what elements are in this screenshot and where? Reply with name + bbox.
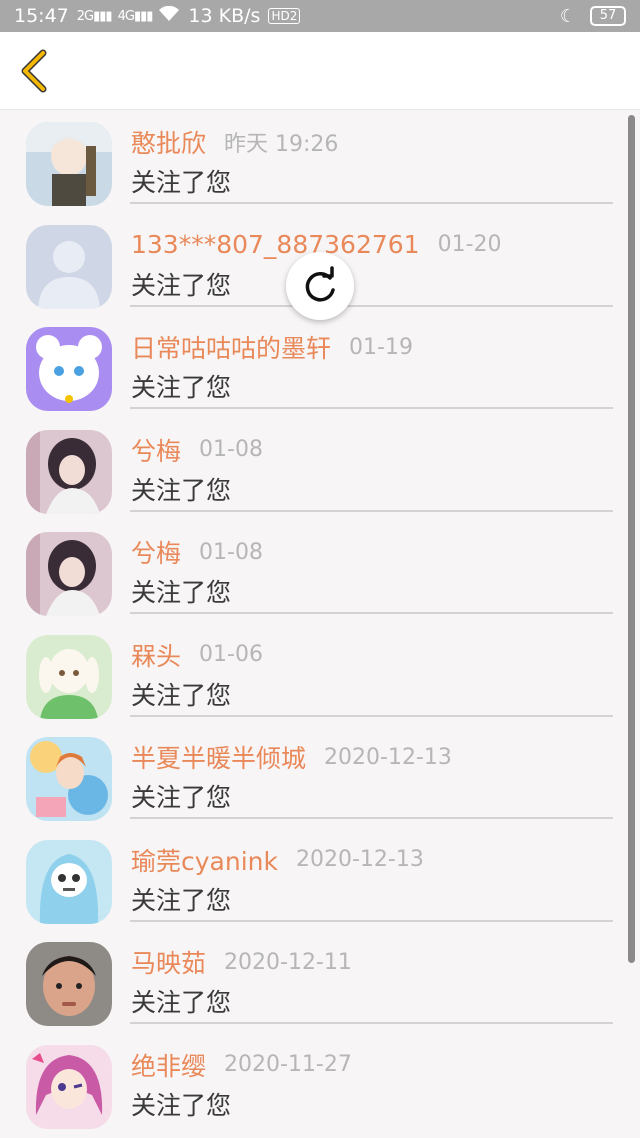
divider [130, 304, 613, 307]
list-item[interactable]: 绝非缨 2020-11-27 关注了您 [0, 1035, 640, 1138]
user-name[interactable]: 半夏半暖半倾城 [131, 739, 306, 775]
list-item[interactable]: 兮梅 01-08 关注了您 [0, 522, 640, 625]
action-text: 关注了您 [131, 680, 232, 710]
action-text: 关注了您 [131, 270, 232, 300]
user-name[interactable]: 瑜莞cyanink [131, 842, 278, 878]
signal-4g-icon: 4G▮▮▮ [117, 8, 154, 24]
action-text: 关注了您 [131, 885, 232, 915]
wifi-icon [158, 5, 180, 26]
action-text: 关注了您 [131, 578, 232, 607]
divider [130, 407, 613, 409]
follow-date: 昨天 19:26 [224, 132, 339, 157]
goat-character-avatar [26, 634, 112, 719]
follow-date: 01-08 [199, 539, 263, 565]
avatar[interactable] [26, 327, 112, 411]
moon-icon: ☾ [559, 5, 576, 27]
avatar[interactable] [26, 532, 112, 616]
action-text: 关注了您 [131, 373, 232, 402]
action-text: 关注了您 [131, 783, 232, 812]
user-name[interactable]: 兮梅 [131, 534, 181, 570]
avatar[interactable] [26, 942, 112, 1026]
default-person-avatar [26, 224, 112, 309]
pink-hair-anime-avatar [26, 1044, 112, 1129]
action-text: 关注了您 [131, 475, 232, 505]
action-text: 关注了您 [131, 168, 232, 197]
divider [130, 509, 613, 512]
list-item[interactable]: 马映茹 2020-12-11 关注了您 [0, 932, 640, 1035]
follow-date: 01-19 [349, 334, 413, 360]
user-name[interactable]: 槑头 [131, 637, 181, 673]
scrollbar[interactable] [628, 115, 635, 963]
signal-2g-icon: 2G▮▮▮ [76, 8, 113, 24]
avatar[interactable] [26, 122, 112, 206]
user-name[interactable]: 憨批欣 [131, 124, 206, 160]
follow-date: 2020-12-13 [324, 744, 452, 770]
follow-date: 2020-12-11 [224, 949, 352, 975]
follow-date: 01-08 [199, 437, 263, 462]
divider [130, 202, 613, 204]
avatar[interactable] [26, 429, 112, 514]
action-text: 关注了您 [131, 1090, 232, 1120]
avatar[interactable] [26, 224, 112, 309]
anime-girl-avatar [26, 429, 112, 514]
status-bar: 15:47 2G▮▮▮ 4G▮▮▮ 13 KB/s HD2 ☾ 57 [0, 0, 640, 32]
list-item[interactable]: 槑头 01-06 关注了您 [0, 625, 640, 728]
divider [130, 714, 613, 717]
list-item[interactable]: 瑜莞cyanink 2020-12-13 关注了您 [0, 830, 640, 933]
colorful-anime-avatar [26, 737, 112, 821]
refresh-icon [305, 266, 335, 302]
list-item[interactable]: 憨批欣 昨天 19:26 关注了您 [0, 112, 640, 215]
action-text: 关注了您 [131, 988, 232, 1017]
user-name[interactable]: 绝非缨 [131, 1047, 206, 1083]
avatar[interactable] [26, 737, 112, 821]
list-item[interactable]: 日常咕咕咕的墨轩 01-19 关注了您 [0, 317, 640, 420]
divider [130, 919, 613, 922]
anime-girl-avatar [26, 532, 112, 616]
list-item[interactable]: 兮梅 01-08 关注了您 [0, 420, 640, 523]
anime-white-cat-avatar [26, 327, 112, 411]
avatar[interactable] [26, 839, 112, 924]
follow-date: 2020-11-27 [224, 1052, 352, 1077]
network-speed: 13 KB/s [188, 5, 261, 27]
anime-boy-avatar [26, 122, 112, 206]
follow-date: 2020-12-13 [295, 847, 424, 872]
list-item[interactable]: 半夏半暖半倾城 2020-12-13 关注了您 [0, 727, 640, 830]
divider [130, 817, 613, 819]
user-name[interactable]: 133***807_887362761 [131, 230, 420, 259]
user-name[interactable]: 日常咕咕咕的墨轩 [131, 329, 331, 365]
avatar[interactable] [26, 634, 112, 719]
status-time: 15:47 [14, 5, 69, 27]
avatar[interactable] [26, 1044, 112, 1129]
divider [130, 1022, 613, 1024]
divider [130, 612, 613, 614]
follow-date: 01-20 [437, 232, 502, 257]
hd-icon: HD2 [268, 8, 301, 24]
follow-date: 01-06 [199, 642, 263, 667]
child-photo-avatar [26, 942, 112, 1026]
back-button[interactable] [12, 46, 56, 96]
chevron-left-icon [21, 49, 47, 93]
header [0, 32, 640, 110]
user-name[interactable]: 马映茹 [131, 944, 206, 980]
refresh-indicator[interactable] [286, 252, 354, 320]
user-name[interactable]: 兮梅 [131, 432, 181, 468]
skeleton-hoodie-avatar [26, 839, 112, 924]
battery-icon: 57 [590, 6, 626, 26]
